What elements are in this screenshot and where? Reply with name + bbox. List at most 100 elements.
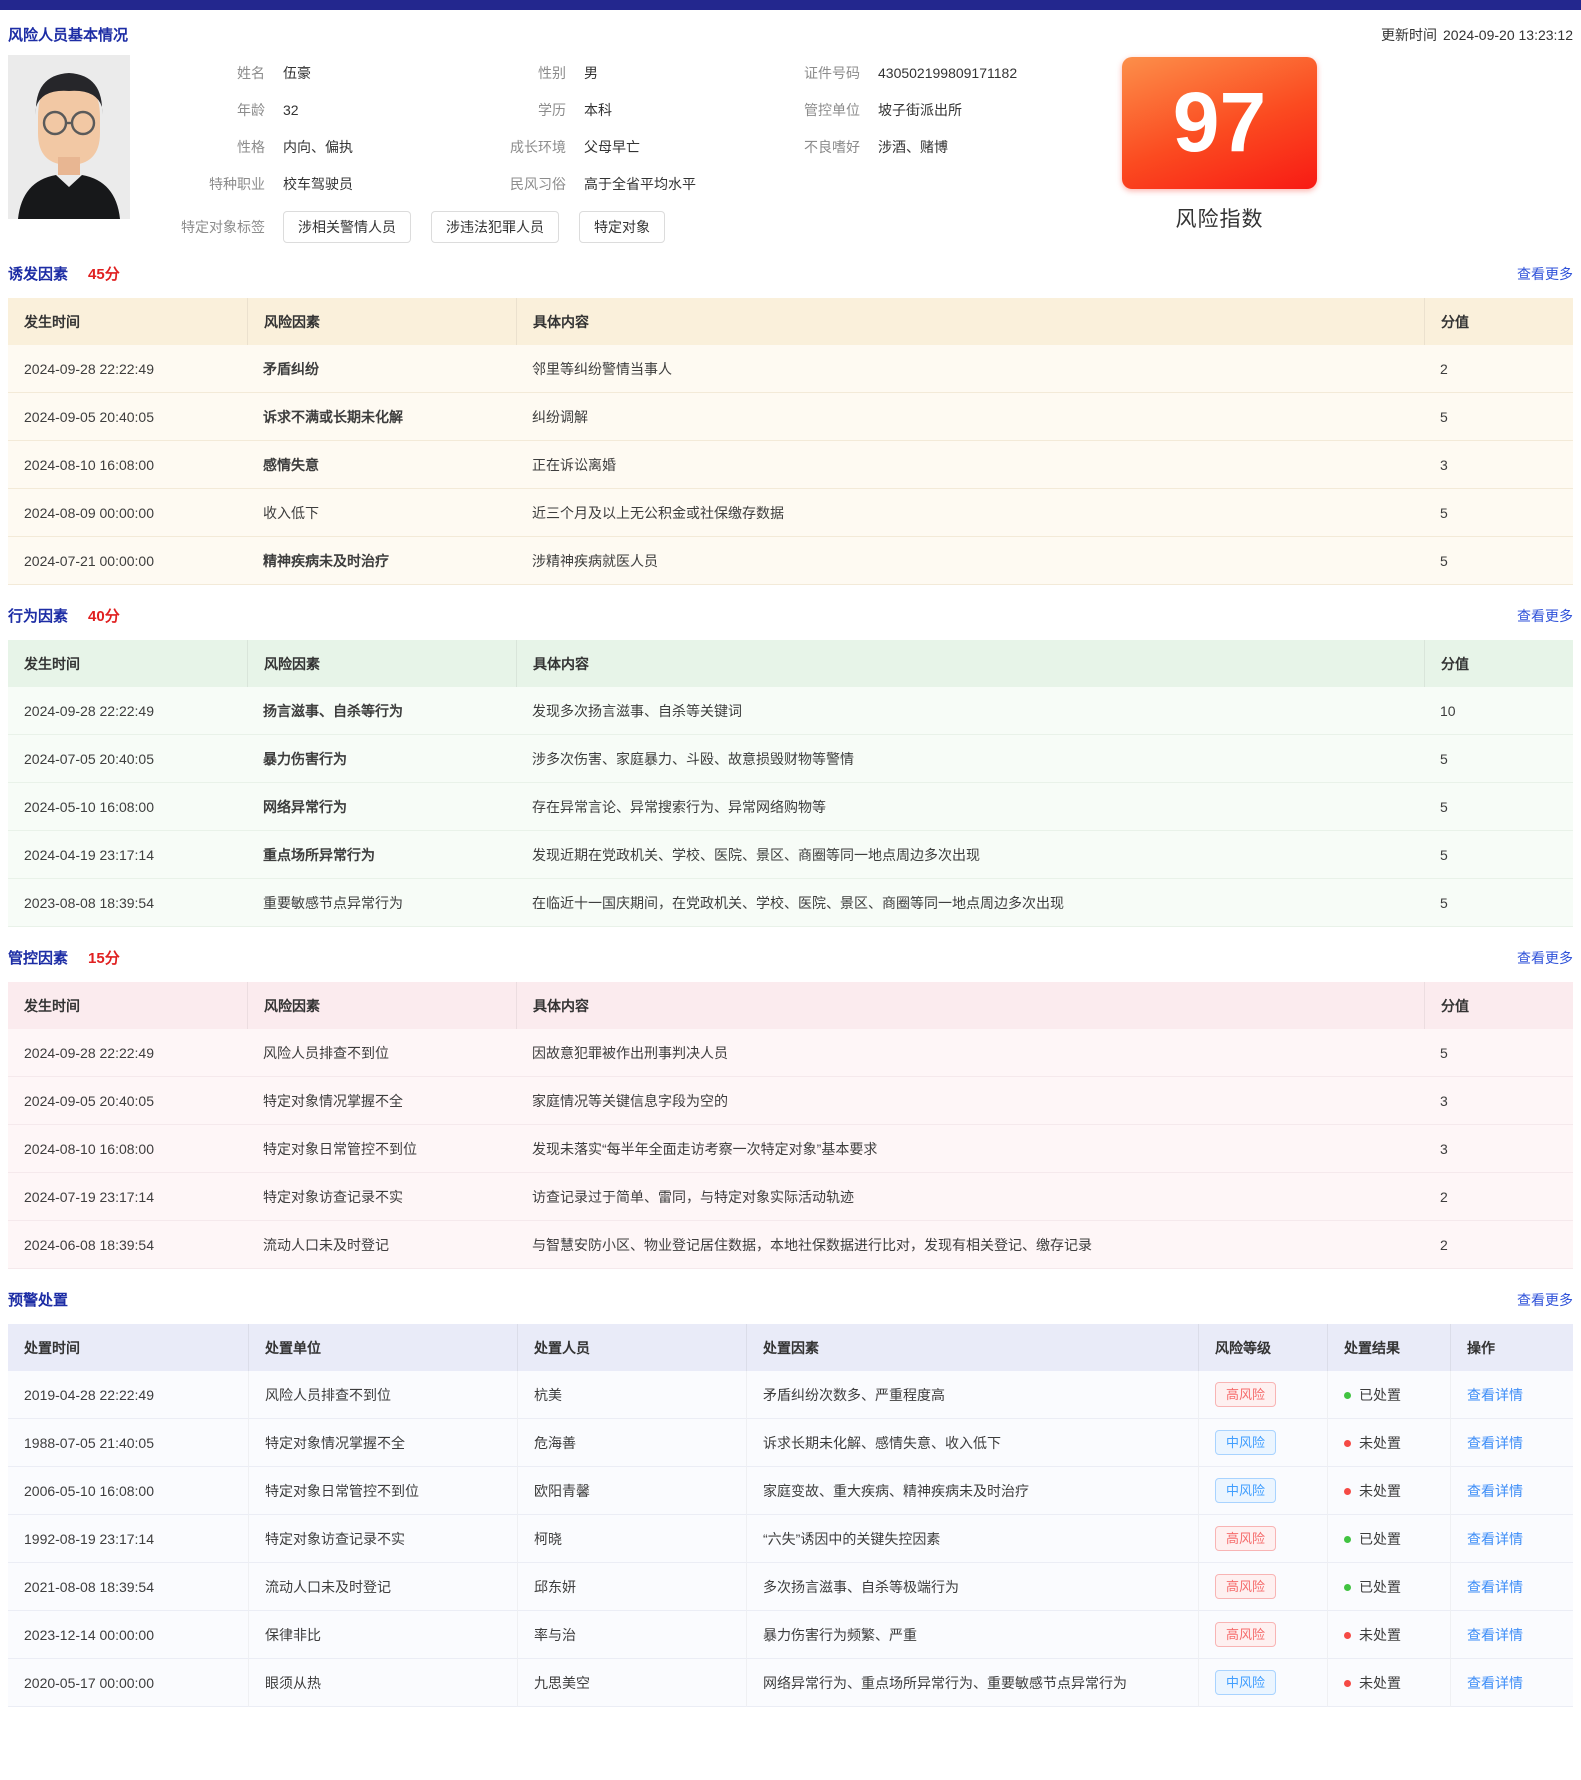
cell-content: 访查记录过于简单、雷同，与特定对象实际活动轨迹 [516, 1173, 1424, 1221]
cell-action: 查看详情 [1450, 1371, 1573, 1419]
cell-content: 涉精神疾病就医人员 [516, 537, 1424, 585]
risk-score-box: 97 [1122, 57, 1317, 189]
view-detail-link[interactable]: 查看详情 [1467, 1387, 1523, 1403]
column-header-factor: 处置因素 [746, 1324, 1198, 1371]
field-label: 民风习俗 [478, 174, 566, 195]
column-header-person: 处置人员 [517, 1324, 746, 1371]
view-more-link[interactable]: 查看更多 [1517, 264, 1573, 284]
risk-level-badge: 中风险 [1215, 1478, 1276, 1503]
cell-factor: 收入低下 [247, 489, 516, 537]
view-more-link[interactable]: 查看更多 [1517, 948, 1573, 968]
table-row: 1988-07-05 21:40:05特定对象情况掌握不全危海善诉求长期未化解、… [8, 1419, 1573, 1467]
cell-factor: 家庭变故、重大疾病、精神疾病未及时治疗 [746, 1467, 1198, 1515]
behavior-factors-table: 发生时间风险因素具体内容分值2024-09-28 22:22:49扬言滋事、自杀… [8, 640, 1573, 927]
field-value-occupation: 校车驾驶员 [283, 174, 353, 195]
risk-score-label: 风险指数 [1122, 203, 1317, 233]
view-detail-link[interactable]: 查看详情 [1467, 1435, 1523, 1451]
cell-factor: 网络异常行为、重点场所异常行为、重要敏感节点异常行为 [746, 1659, 1198, 1707]
status-dot-pending [1344, 1488, 1351, 1495]
column-header-score: 分值 [1424, 982, 1573, 1029]
status-dot-done [1344, 1584, 1351, 1591]
cell-unit: 流动人口未及时登记 [248, 1563, 517, 1611]
cell-result: 已处置 [1327, 1371, 1450, 1419]
risk-level-badge: 高风险 [1215, 1574, 1276, 1599]
field-label: 成长环境 [478, 137, 566, 158]
view-more-link[interactable]: 查看更多 [1517, 606, 1573, 626]
top-accent-bar [0, 0, 1581, 10]
view-detail-link[interactable]: 查看详情 [1467, 1483, 1523, 1499]
section-header-behavior-factors: 行为因素 40分 查看更多 [8, 605, 1573, 626]
cell-content: 正在诉讼离婚 [516, 441, 1424, 489]
column-header-content: 具体内容 [516, 982, 1424, 1029]
status-dot-done [1344, 1536, 1351, 1543]
field-value-bad-habits: 涉酒、赌博 [878, 137, 948, 158]
cell-level: 高风险 [1198, 1371, 1327, 1419]
cell-factor: 多次扬言滋事、自杀等极端行为 [746, 1563, 1198, 1611]
cell-unit: 风险人员排查不到位 [248, 1371, 517, 1419]
view-detail-link[interactable]: 查看详情 [1467, 1531, 1523, 1547]
special-object-tags-row: 特定对象标签 涉相关警情人员 涉违法犯罪人员 特定对象 [175, 211, 1102, 243]
cell-level: 高风险 [1198, 1515, 1327, 1563]
cell-level: 中风险 [1198, 1659, 1327, 1707]
cell-time: 2023-08-08 18:39:54 [8, 879, 247, 927]
cell-score: 3 [1424, 1125, 1573, 1173]
cell-time: 2021-08-08 18:39:54 [8, 1563, 248, 1611]
cell-result: 已处置 [1327, 1563, 1450, 1611]
cell-time: 2024-07-19 23:17:14 [8, 1173, 247, 1221]
field-value-id-number: 430502199809171182 [878, 63, 1017, 84]
cell-score: 5 [1424, 783, 1573, 831]
field-label: 特种职业 [175, 174, 265, 195]
cell-action: 查看详情 [1450, 1659, 1573, 1707]
section-header-trigger-factors: 诱发因素 45分 查看更多 [8, 263, 1573, 284]
profile-photo [8, 55, 130, 219]
field-value-name: 伍豪 [283, 63, 311, 84]
cell-content: 发现近期在党政机关、学校、医院、景区、商圈等同一地点周边多次出现 [516, 831, 1424, 879]
view-detail-link[interactable]: 查看详情 [1467, 1627, 1523, 1643]
cell-result: 未处置 [1327, 1419, 1450, 1467]
update-time: 更新时间2024-09-20 13:23:12 [1381, 25, 1573, 45]
cell-action: 查看详情 [1450, 1515, 1573, 1563]
section-title: 管控因素 [8, 947, 68, 968]
section-header-alert-handling: 预警处置 查看更多 [8, 1289, 1573, 1310]
cell-score: 5 [1424, 879, 1573, 927]
view-detail-link[interactable]: 查看详情 [1467, 1579, 1523, 1595]
page-header: 风险人员基本情况 更新时间2024-09-20 13:23:12 [8, 10, 1573, 45]
risk-level-badge: 高风险 [1215, 1622, 1276, 1647]
cell-action: 查看详情 [1450, 1419, 1573, 1467]
cell-unit: 保律非比 [248, 1611, 517, 1659]
cell-time: 2024-09-28 22:22:49 [8, 687, 247, 735]
cell-content: 近三个月及以上无公积金或社保缴存数据 [516, 489, 1424, 537]
profile-field-row: 特种职业校车驾驶员 民风习俗高于全省平均水平 [175, 174, 1102, 195]
cell-factor: “六失”诱因中的关键失控因素 [746, 1515, 1198, 1563]
cell-factor: 特定对象情况掌握不全 [247, 1077, 516, 1125]
cell-time: 2024-08-09 00:00:00 [8, 489, 247, 537]
cell-content: 存在异常言论、异常搜索行为、异常网络购物等 [516, 783, 1424, 831]
cell-level: 中风险 [1198, 1467, 1327, 1515]
cell-person: 危海善 [517, 1419, 746, 1467]
table-row: 2024-09-05 20:40:05诉求不满或长期未化解纠纷调解5 [8, 393, 1573, 441]
cell-level: 中风险 [1198, 1419, 1327, 1467]
cell-score: 2 [1424, 345, 1573, 393]
cell-person: 九思美空 [517, 1659, 746, 1707]
cell-time: 2024-07-05 20:40:05 [8, 735, 247, 783]
column-header-factor: 风险因素 [247, 982, 516, 1029]
view-more-link[interactable]: 查看更多 [1517, 1290, 1573, 1310]
column-header-time: 发生时间 [8, 640, 247, 687]
table-row: 2020-05-17 00:00:00眼须从热九思美空网络异常行为、重点场所异常… [8, 1659, 1573, 1707]
column-header-score: 分值 [1424, 640, 1573, 687]
trigger-factors-grid: 发生时间风险因素具体内容分值2024-09-28 22:22:49矛盾纠纷邻里等… [8, 298, 1573, 585]
cell-factor: 矛盾纠纷次数多、严重程度高 [746, 1371, 1198, 1419]
control-factors-table: 发生时间风险因素具体内容分值2024-09-28 22:22:49风险人员排查不… [8, 982, 1573, 1269]
column-header-time: 发生时间 [8, 982, 247, 1029]
column-header-time: 发生时间 [8, 298, 247, 345]
cell-result: 未处置 [1327, 1659, 1450, 1707]
portrait-image [8, 55, 130, 219]
table-row: 2024-07-19 23:17:14特定对象访查记录不实访查记录过于简单、雷同… [8, 1173, 1573, 1221]
column-header-factor: 风险因素 [247, 640, 516, 687]
trigger-factors-table: 发生时间风险因素具体内容分值2024-09-28 22:22:49矛盾纠纷邻里等… [8, 298, 1573, 585]
table-row: 2024-07-05 20:40:05暴力伤害行为涉多次伤害、家庭暴力、斗殴、故… [8, 735, 1573, 783]
cell-unit: 眼须从热 [248, 1659, 517, 1707]
section-score: 15分 [88, 947, 120, 968]
field-label: 年龄 [175, 100, 265, 121]
view-detail-link[interactable]: 查看详情 [1467, 1675, 1523, 1691]
